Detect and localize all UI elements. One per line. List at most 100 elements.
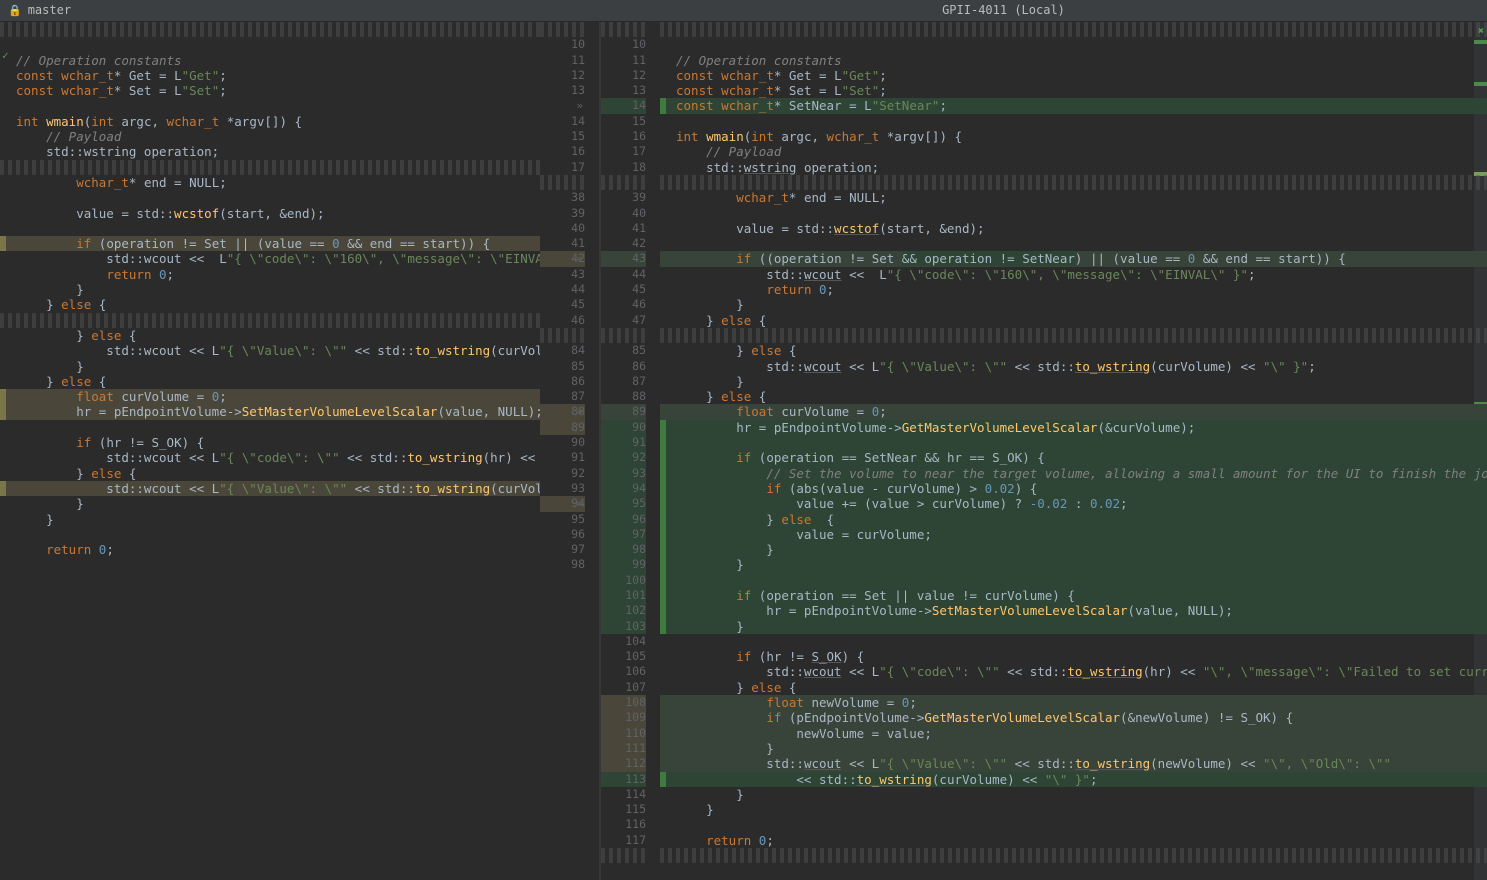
code-line[interactable]: newVolume = value; <box>660 726 1487 741</box>
code-line[interactable]: std::wcout << L"{ \"Value\": \"" << std:… <box>0 343 540 358</box>
code-line[interactable]: if (operation != Set || (value == 0 && e… <box>0 236 540 251</box>
left-line-numbers: 10111213»141516173839404142»434445468485… <box>540 22 600 880</box>
code-line[interactable]: const wchar_t* Get = L"Get"; <box>660 68 1487 83</box>
code-line[interactable]: if ((operation != Set && operation != Se… <box>660 251 1487 266</box>
code-line[interactable] <box>660 634 1487 649</box>
fold-separator[interactable] <box>660 22 1487 37</box>
code-line[interactable] <box>660 206 1487 221</box>
fold-separator[interactable] <box>0 313 540 328</box>
code-line[interactable]: std::wcout << L"{ \"code\": \"160\", \"m… <box>660 267 1487 282</box>
fold-separator[interactable] <box>660 328 1487 343</box>
code-line[interactable] <box>0 221 540 236</box>
code-line[interactable] <box>660 114 1487 129</box>
code-line[interactable]: value = std::wcstof(start, &end); <box>660 221 1487 236</box>
code-line[interactable]: } <box>660 374 1487 389</box>
code-line[interactable]: } <box>660 297 1487 312</box>
apply-chevron-icon[interactable]: » <box>576 496 583 511</box>
code-line[interactable]: } else { <box>660 389 1487 404</box>
code-line[interactable]: std::wcout << L"{ \"code\": \"160\", \"m… <box>0 251 540 266</box>
code-line[interactable]: const wchar_t* Get = L"Get"; <box>0 68 540 83</box>
center-gutter: 10111213»141516173839404142»434445468485… <box>540 22 660 880</box>
code-line[interactable] <box>660 817 1487 832</box>
code-line[interactable]: // Operation constants <box>0 53 540 68</box>
code-line[interactable]: if (hr != S_OK) { <box>0 435 540 450</box>
code-line[interactable]: return 0; <box>660 833 1487 848</box>
status-dot-icon: ✖ <box>1478 24 1484 39</box>
code-line[interactable]: std::wcout << L"{ \"code\": \"" << std::… <box>0 450 540 465</box>
code-line[interactable]: // Payload <box>660 144 1487 159</box>
fold-separator[interactable] <box>660 175 1487 190</box>
code-line[interactable]: } <box>660 557 1487 572</box>
code-line[interactable] <box>0 98 540 113</box>
left-branch-label: master <box>28 3 71 18</box>
code-line[interactable]: } <box>0 359 540 374</box>
right-editor-pane[interactable]: ✖ // Operation constantsconst wchar_t* G… <box>660 22 1487 880</box>
code-line[interactable]: } else { <box>660 680 1487 695</box>
code-line[interactable]: } else { <box>0 466 540 481</box>
code-line[interactable]: } <box>660 787 1487 802</box>
code-line[interactable]: wchar_t* end = NULL; <box>660 190 1487 205</box>
code-line[interactable]: } else { <box>0 374 540 389</box>
apply-chevron-icon[interactable]: » <box>576 251 583 266</box>
code-line[interactable]: // Operation constants <box>660 53 1487 68</box>
fold-separator[interactable] <box>660 848 1487 863</box>
code-line[interactable]: std::wstring operation; <box>660 160 1487 175</box>
code-line[interactable]: wchar_t* end = NULL; <box>0 175 540 190</box>
left-editor-pane[interactable]: ✓ // Operation constantsconst wchar_t* G… <box>0 22 540 880</box>
code-line[interactable]: } else { <box>660 512 1487 527</box>
code-line[interactable]: << std::to_wstring(curVolume) << "\" }"; <box>660 772 1487 787</box>
code-line[interactable]: const wchar_t* Set = L"Set"; <box>660 83 1487 98</box>
code-line[interactable]: value = curVolume; <box>660 527 1487 542</box>
code-line[interactable]: // Set the volume to near the target vol… <box>660 466 1487 481</box>
code-line[interactable]: std::wcout << L"{ \"Value\": \"" << std:… <box>0 481 540 496</box>
code-line[interactable]: float newVolume = 0; <box>660 695 1487 710</box>
code-line[interactable]: } else { <box>0 297 540 312</box>
code-line[interactable]: } <box>660 741 1487 756</box>
code-line[interactable]: } <box>0 282 540 297</box>
fold-separator[interactable] <box>0 22 540 37</box>
code-line[interactable] <box>660 573 1487 588</box>
code-line[interactable]: } <box>660 619 1487 634</box>
code-line[interactable] <box>0 420 540 435</box>
code-line[interactable] <box>660 435 1487 450</box>
code-line[interactable]: if (pEndpointVolume->GetMasterVolumeLeve… <box>660 710 1487 725</box>
code-line[interactable]: if (operation == SetNear && hr == S_OK) … <box>660 450 1487 465</box>
code-line[interactable]: hr = pEndpointVolume->SetMasterVolumeLev… <box>660 603 1487 618</box>
code-line[interactable] <box>0 527 540 542</box>
fold-separator[interactable] <box>0 160 540 175</box>
code-line[interactable]: } else { <box>0 328 540 343</box>
code-line[interactable]: float curVolume = 0; <box>660 404 1487 419</box>
apply-chevron-icon[interactable]: » <box>576 98 583 113</box>
code-line[interactable]: } else { <box>660 313 1487 328</box>
code-line[interactable]: int wmain(int argc, wchar_t *argv[]) { <box>0 114 540 129</box>
code-line[interactable]: if (operation == Set || value != curVolu… <box>660 588 1487 603</box>
code-line[interactable]: int wmain(int argc, wchar_t *argv[]) { <box>660 129 1487 144</box>
code-line[interactable]: std::wstring operation; <box>0 144 540 159</box>
code-line[interactable]: } <box>660 802 1487 817</box>
code-line[interactable]: std::wcout << L"{ \"Value\": \"" << std:… <box>660 359 1487 374</box>
code-line[interactable]: value = std::wcstof(start, &end); <box>0 206 540 221</box>
code-line[interactable]: hr = pEndpointVolume->GetMasterVolumeLev… <box>660 420 1487 435</box>
code-line[interactable]: hr = pEndpointVolume->SetMasterVolumeLev… <box>0 404 540 419</box>
code-line[interactable] <box>0 190 540 205</box>
apply-chevron-icon[interactable]: » <box>576 404 583 419</box>
code-line[interactable] <box>0 37 540 52</box>
code-line[interactable]: } <box>0 496 540 511</box>
code-line[interactable]: } <box>0 512 540 527</box>
code-line[interactable]: float curVolume = 0; <box>0 389 540 404</box>
code-line[interactable]: } <box>660 542 1487 557</box>
code-line[interactable] <box>660 236 1487 251</box>
code-line[interactable]: value += (value > curVolume) ? -0.02 : 0… <box>660 496 1487 511</box>
code-line[interactable]: const wchar_t* Set = L"Set"; <box>0 83 540 98</box>
code-line[interactable]: } else { <box>660 343 1487 358</box>
code-line[interactable]: std::wcout << L"{ \"Value\": \"" << std:… <box>660 756 1487 771</box>
code-line[interactable]: // Payload <box>0 129 540 144</box>
code-line[interactable]: if (hr != S_OK) { <box>660 649 1487 664</box>
code-line[interactable]: std::wcout << L"{ \"code\": \"" << std::… <box>660 664 1487 679</box>
code-line[interactable]: const wchar_t* SetNear = L"SetNear"; <box>660 98 1487 113</box>
code-line[interactable]: if (abs(value - curVolume) > 0.02) { <box>660 481 1487 496</box>
code-line[interactable]: return 0; <box>0 267 540 282</box>
code-line[interactable] <box>660 37 1487 52</box>
code-line[interactable]: return 0; <box>660 282 1487 297</box>
code-line[interactable]: return 0; <box>0 542 540 557</box>
